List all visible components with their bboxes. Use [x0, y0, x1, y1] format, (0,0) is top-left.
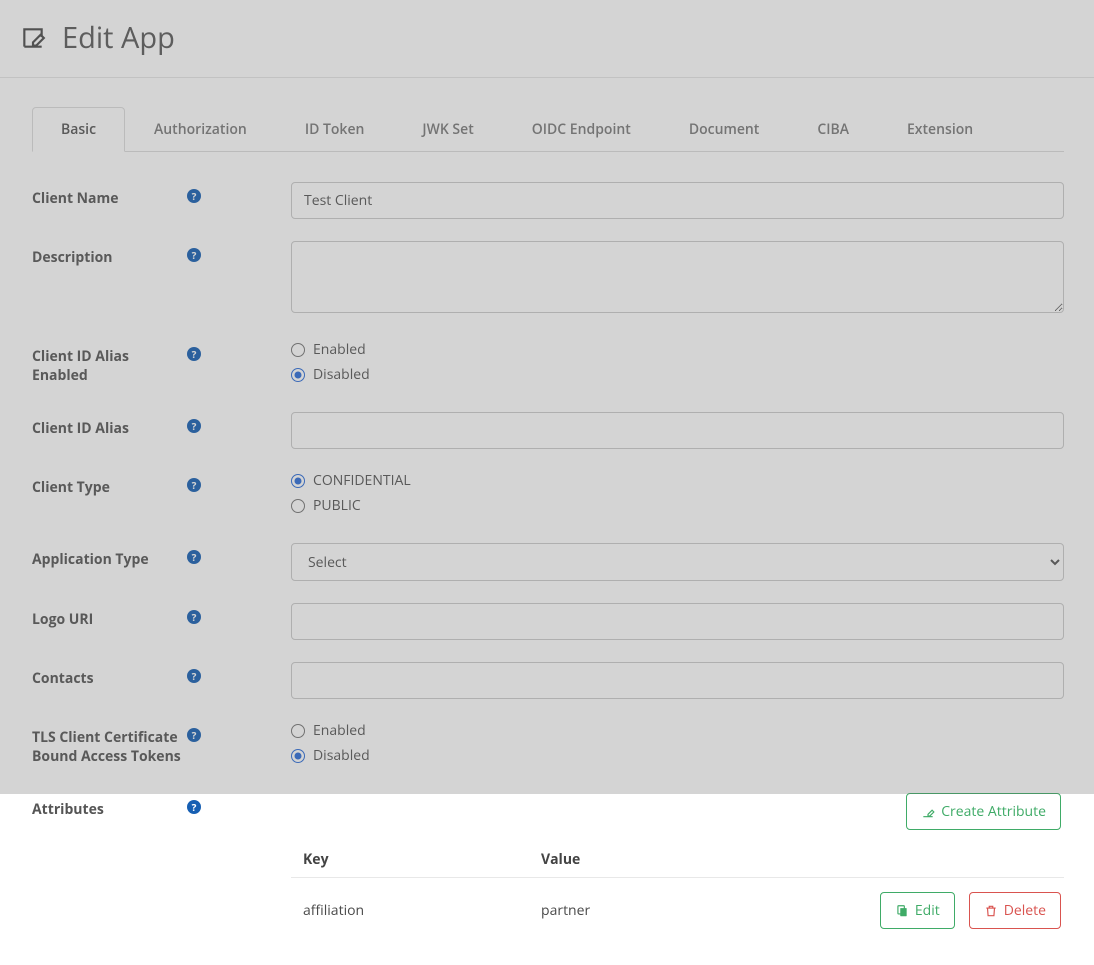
- copy-icon: [895, 904, 909, 918]
- create-attribute-label: Create Attribute: [941, 802, 1046, 821]
- radio-tls-enabled-input[interactable]: [291, 724, 305, 738]
- radio-public-label: PUBLIC: [313, 496, 361, 515]
- help-icon[interactable]: ?: [187, 478, 201, 492]
- help-icon[interactable]: ?: [187, 669, 201, 683]
- tab-ciba[interactable]: CIBA: [788, 107, 878, 152]
- radio-tls-enabled-label: Enabled: [313, 721, 366, 740]
- radio-enabled[interactable]: Enabled: [291, 340, 1064, 359]
- radio-public[interactable]: PUBLIC: [291, 496, 1064, 515]
- help-icon[interactable]: ?: [187, 800, 201, 814]
- col-value: Value: [537, 850, 797, 869]
- radio-enabled-label: Enabled: [313, 340, 366, 359]
- tab-document[interactable]: Document: [660, 107, 789, 152]
- radio-tls-disabled-label: Disabled: [313, 746, 370, 765]
- tab-extension[interactable]: Extension: [878, 107, 1002, 152]
- client-id-alias-input[interactable]: [291, 412, 1064, 449]
- label-logo-uri: Logo URI: [32, 603, 187, 630]
- table-row: affiliation partner Edit Delete: [291, 878, 1064, 935]
- label-contacts: Contacts: [32, 662, 187, 689]
- help-icon[interactable]: ?: [187, 728, 201, 742]
- table-head: Key Value: [291, 842, 1064, 878]
- help-icon[interactable]: ?: [187, 347, 201, 361]
- cell-value: partner: [537, 901, 797, 920]
- label-application-type: Application Type: [32, 543, 187, 570]
- page-header: Edit App: [0, 0, 1094, 78]
- application-type-select[interactable]: Select: [291, 543, 1064, 581]
- tab-authorization[interactable]: Authorization: [125, 107, 276, 152]
- client-id-alias-enabled-group: Enabled Disabled: [291, 340, 1064, 390]
- help-icon[interactable]: ?: [187, 550, 201, 564]
- edit-icon: [20, 25, 46, 51]
- help-icon[interactable]: ?: [187, 419, 201, 433]
- col-key: Key: [291, 850, 537, 869]
- delete-label: Delete: [1004, 901, 1046, 920]
- radio-tls-enabled[interactable]: Enabled: [291, 721, 1064, 740]
- radio-tls-disabled[interactable]: Disabled: [291, 746, 1064, 765]
- client-name-input[interactable]: [291, 182, 1064, 219]
- label-client-type: Client Type: [32, 471, 187, 498]
- edit-label: Edit: [915, 901, 940, 920]
- edit-button[interactable]: Edit: [880, 892, 955, 929]
- help-icon[interactable]: ?: [187, 248, 201, 262]
- label-tls-client-cert: TLS Client Certificate Bound Access Toke…: [32, 721, 187, 767]
- tab-oidc-endpoint[interactable]: OIDC Endpoint: [503, 107, 660, 152]
- client-type-group: CONFIDENTIAL PUBLIC: [291, 471, 1064, 521]
- tab-bar: Basic Authorization ID Token JWK Set OID…: [32, 106, 1064, 152]
- label-client-id-alias-enabled: Client ID Alias Enabled: [32, 340, 187, 386]
- label-attributes: Attributes: [32, 793, 187, 820]
- tab-id-token[interactable]: ID Token: [276, 107, 394, 152]
- label-client-id-alias: Client ID Alias: [32, 412, 187, 439]
- page-title: Edit App: [62, 18, 175, 57]
- radio-enabled-input[interactable]: [291, 343, 305, 357]
- create-attribute-button[interactable]: Create Attribute: [906, 793, 1061, 830]
- radio-disabled-label: Disabled: [313, 365, 370, 384]
- radio-public-input[interactable]: [291, 499, 305, 513]
- description-textarea[interactable]: [291, 241, 1064, 313]
- form-basic: Client Name ? Description ? Client ID Al…: [32, 152, 1064, 935]
- tab-jwk-set[interactable]: JWK Set: [393, 107, 502, 152]
- label-client-name: Client Name: [32, 182, 187, 209]
- delete-button[interactable]: Delete: [969, 892, 1061, 929]
- radio-confidential-input[interactable]: [291, 474, 305, 488]
- edit-icon: [921, 805, 935, 819]
- radio-tls-disabled-input[interactable]: [291, 749, 305, 763]
- tls-cert-group: Enabled Disabled: [291, 721, 1064, 771]
- help-icon[interactable]: ?: [187, 189, 201, 203]
- contacts-input[interactable]: [291, 662, 1064, 699]
- tab-basic[interactable]: Basic: [32, 107, 125, 152]
- radio-confidential-label: CONFIDENTIAL: [313, 471, 411, 490]
- trash-icon: [984, 904, 998, 918]
- radio-disabled[interactable]: Disabled: [291, 365, 1064, 384]
- logo-uri-input[interactable]: [291, 603, 1064, 640]
- attributes-table: Key Value affiliation partner Edit: [291, 842, 1064, 935]
- label-description: Description: [32, 241, 187, 268]
- help-icon[interactable]: ?: [187, 610, 201, 624]
- radio-disabled-input[interactable]: [291, 368, 305, 382]
- radio-confidential[interactable]: CONFIDENTIAL: [291, 471, 1064, 490]
- cell-key: affiliation: [291, 901, 537, 920]
